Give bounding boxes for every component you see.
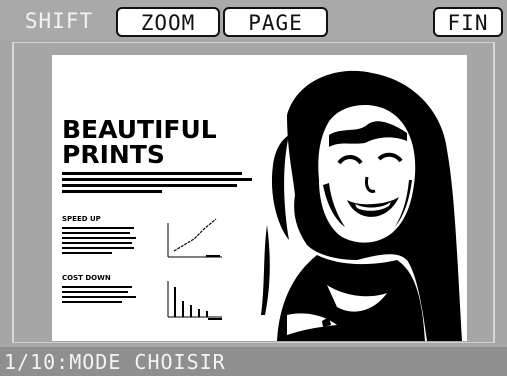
page-button[interactable]: PAGE <box>223 7 328 37</box>
preview-title-line1: BEAUTIFUL <box>62 115 217 144</box>
zoom-button[interactable]: ZOOM <box>116 7 220 37</box>
preview-photo <box>257 55 467 341</box>
print-preview-screen: SHIFT ZOOM PAGE FIN BEAUTIFUL PRINTS SPE… <box>0 0 507 376</box>
status-bar: 1/10:MODE CHOISIR <box>0 347 507 376</box>
preview-body-text <box>62 172 252 193</box>
preview-graph-cost <box>167 281 222 320</box>
preview-document-title: BEAUTIFUL PRINTS <box>62 117 217 167</box>
toolbar: SHIFT ZOOM PAGE FIN <box>0 0 507 40</box>
fin-button[interactable]: FIN <box>433 7 503 37</box>
print-preview-page: BEAUTIFUL PRINTS SPEED UP COST DOWN <box>52 55 467 341</box>
preview-title-line2: PRINTS <box>62 140 165 169</box>
preview-section-heading-cost: COST DOWN <box>62 274 111 282</box>
status-message: 1/10:MODE CHOISIR <box>4 350 226 374</box>
preview-section-text-cost <box>62 286 136 303</box>
shift-button[interactable]: SHIFT <box>6 7 112 37</box>
preview-section-heading-speed: SPEED UP <box>62 215 101 223</box>
preview-graph-speed <box>167 218 222 258</box>
preview-section-text-speed <box>62 227 136 254</box>
